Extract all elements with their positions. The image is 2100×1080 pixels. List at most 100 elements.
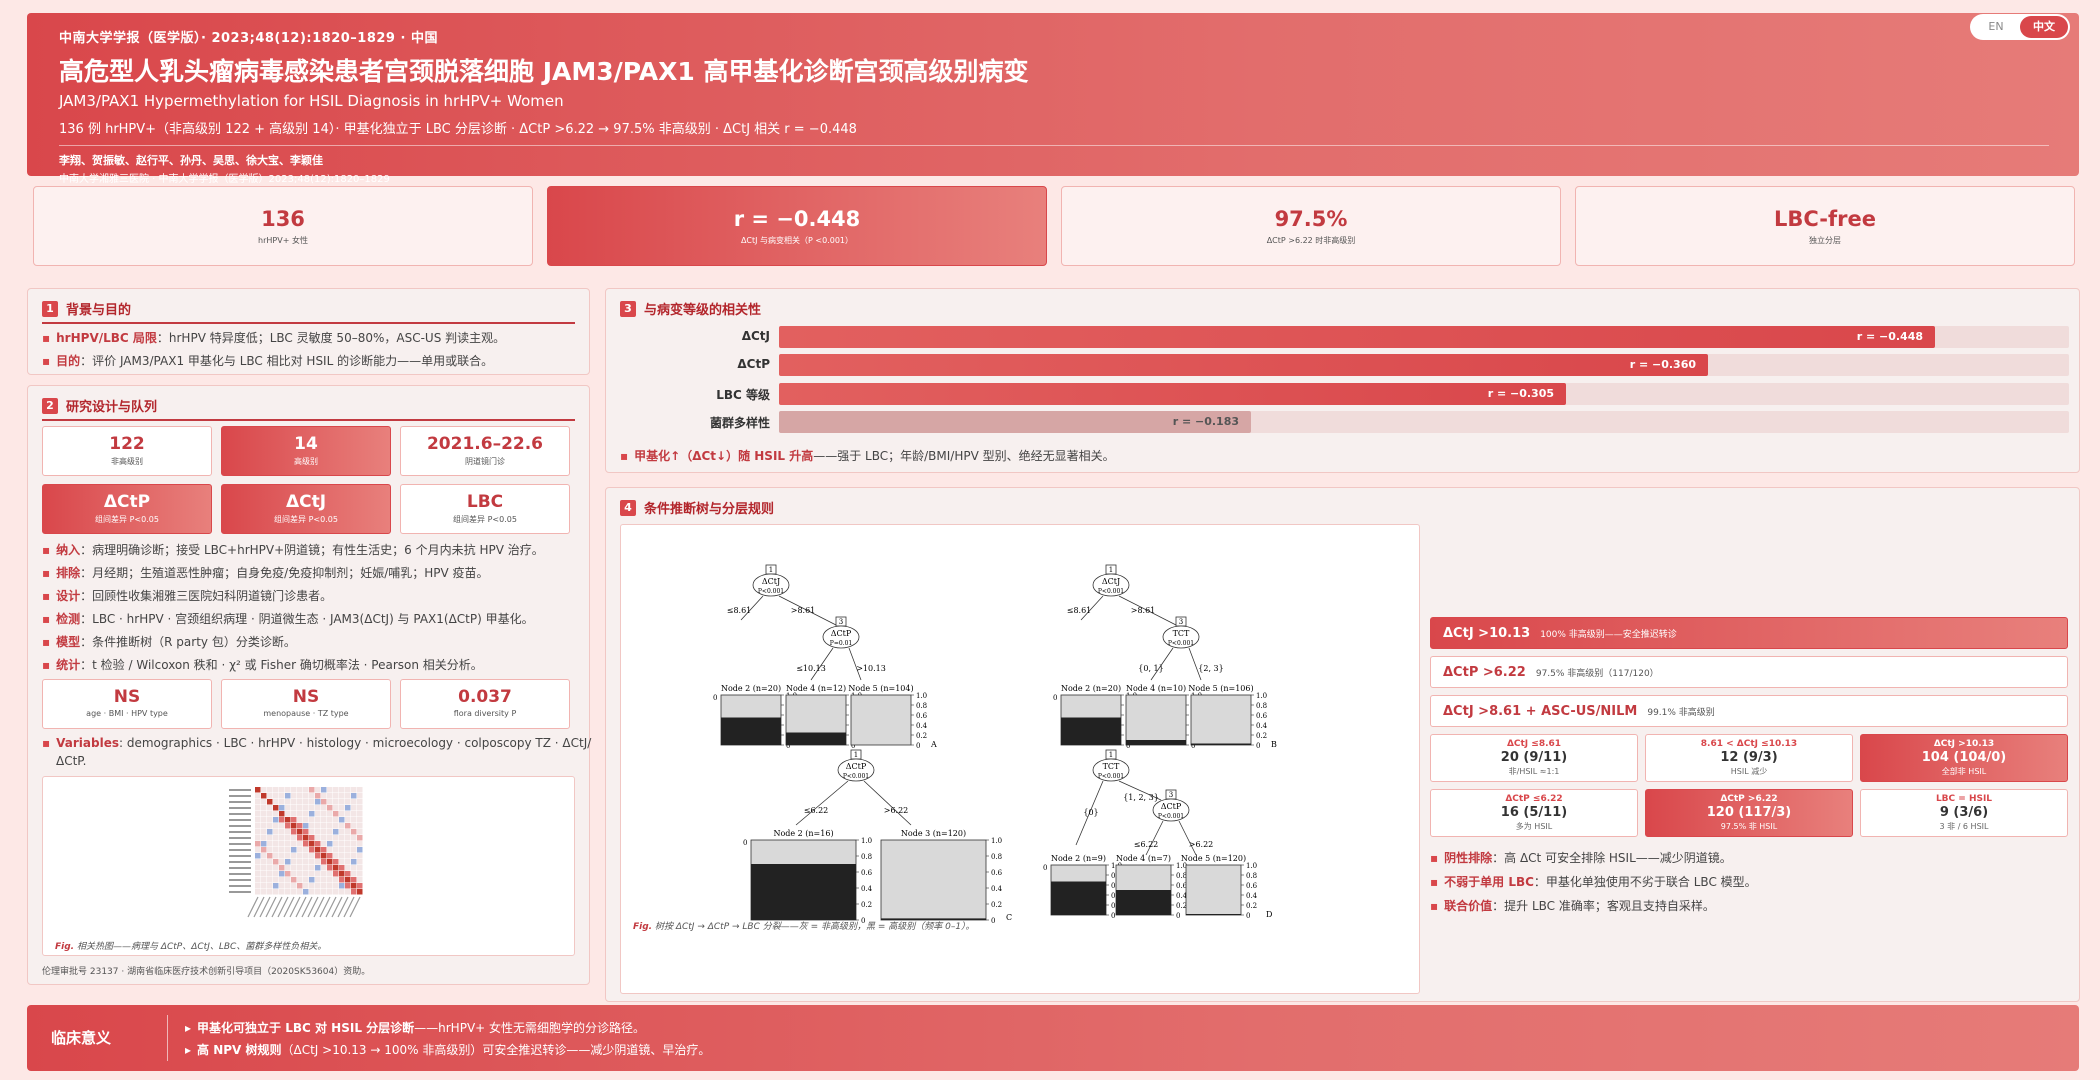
funding-note: 伦理审批号 23137 · 湖南省临床医疗技术创新引导项目（2020SK5360…: [42, 967, 371, 977]
header-banner: 中南大学学报（医学版）· 2023;48(12):1820–1829 · 中国 …: [27, 13, 2079, 185]
heatmap-cell: [321, 847, 327, 853]
heatmap-cell: [267, 871, 273, 877]
heatmap-cell: [339, 793, 345, 799]
tree-axis-label: 0: [1246, 912, 1250, 920]
heatmap-cell: [267, 829, 273, 835]
tree-leaf-title: Node 2 (n=20): [721, 684, 781, 693]
tree-axis-label: 1.0: [991, 837, 1002, 845]
heatmap-cell: [339, 829, 345, 835]
heatmap-cell: [297, 799, 303, 805]
tree-node-id: 1: [1109, 566, 1113, 574]
heatmap-cell: [309, 847, 315, 853]
bar-value-label: r = −0.360: [1629, 358, 1696, 371]
heatmap-cell: [321, 829, 327, 835]
split-cell: LBC = HSIL 9 (3/6) 3 非 / 6 HSIL: [1860, 789, 2068, 837]
tree-axis-label: 0.2: [916, 732, 927, 740]
kpi-card-correlation: r = −0.448 ΔCtJ 与病变相关（P <0.001）: [547, 186, 1047, 266]
heatmap-cell: [351, 877, 357, 883]
heatmap-cell: [285, 793, 291, 799]
heatmap-cell: [309, 865, 315, 871]
heatmap-cell: [327, 799, 333, 805]
heatmap-cell: [255, 835, 261, 841]
heatmap-cell: [345, 859, 351, 865]
heatmap-cell: [339, 883, 345, 889]
tree-split-label: ≤6.22: [804, 806, 829, 815]
heatmap-cell: [267, 793, 273, 799]
heatmap-cell: [327, 853, 333, 859]
tree-leaf-high-grade: [1061, 717, 1121, 745]
tree-panel-label: D: [1266, 910, 1272, 919]
heatmap-cell: [279, 835, 285, 841]
heatmap-cell: [357, 847, 363, 853]
heatmap-cell: [255, 787, 261, 793]
tree-axis-label: 0.4: [861, 885, 873, 893]
heatmap-cell: [309, 811, 315, 817]
heatmap-col-label: [325, 896, 337, 918]
heatmap-cell: [309, 793, 315, 799]
heatmap-cell: [291, 793, 297, 799]
heatmap-cell: [339, 799, 345, 805]
heatmap-cell: [255, 871, 261, 877]
lang-en-button[interactable]: EN: [1972, 16, 2020, 38]
heatmap-cell: [261, 859, 267, 865]
heatmap-cell: [285, 787, 291, 793]
heatmap-cell: [357, 811, 363, 817]
heatmap-cell: [351, 799, 357, 805]
tree-axis-label: 0.6: [991, 869, 1003, 877]
tree-split-label: >8.61: [1131, 606, 1156, 615]
heatmap-cell: [345, 805, 351, 811]
bar-value-label: r = −0.305: [1487, 387, 1554, 400]
tree-leaf-box: [880, 839, 987, 921]
bar-fill: r = −0.360: [779, 354, 1708, 376]
tree-axis-label: 0.8: [1176, 872, 1187, 880]
tree-split-label: >6.22: [1189, 840, 1214, 849]
tree-leaf-box: [1190, 694, 1252, 746]
heatmap-cell: [291, 829, 297, 835]
tree-node-label: TCT: [1103, 762, 1120, 771]
heatmap-row-label: [229, 801, 251, 803]
language-toggle[interactable]: EN 中文: [1970, 14, 2070, 40]
heatmap-cell: [255, 817, 261, 823]
tree-node-p: P<0.001: [1158, 813, 1184, 820]
tree-edge: [863, 780, 912, 826]
heatmap-cell: [267, 847, 273, 853]
heatmap-cell: [321, 853, 327, 859]
authors: 李翔、贺振敏、赵行平、孙丹、吴思、徐大宝、李颖佳: [59, 154, 323, 167]
bar-fill: r = −0.448: [779, 326, 1935, 348]
heatmap-cell: [297, 829, 303, 835]
list-item: ▪ 排除：月经期；生殖道恶性肿瘤；自身免疫/免疫抑制剂；妊娠/哺乳；HPV 疫苗。: [42, 566, 489, 580]
heatmap-cell: [279, 889, 285, 895]
heatmap-cell: [267, 805, 273, 811]
section-design-cohort: 2 研究设计与队列 122 非高级别 14 高级别 2021.6–22.6 阴道镜门诊…: [27, 385, 591, 985]
split-cell: ΔCtP >6.22 120 (117/3) 97.5% 非 HSIL: [1645, 789, 1853, 837]
heatmap-cell: [291, 865, 297, 871]
heatmap-cell: [273, 865, 279, 871]
heatmap-cell: [255, 841, 261, 847]
heatmap-cell: [279, 787, 285, 793]
page-title: 高危型人乳头瘤病毒感染患者宫颈脱落细胞 JAM3/PAX1 高甲基化诊断宫颈高级…: [59, 57, 1029, 86]
heatmap-cell: [357, 793, 363, 799]
heatmap-cell: [303, 835, 309, 841]
heatmap-cell: [255, 853, 261, 859]
section-number: 4: [620, 499, 636, 516]
tree-node-label: ΔCtP: [846, 762, 867, 771]
heatmap-cell: [327, 889, 333, 895]
tree-split-label: {0, 1}: [1138, 664, 1163, 673]
heatmap-row-label: [229, 819, 251, 821]
tree-edge: [1178, 820, 1197, 856]
tree-axis-label: 0: [1256, 742, 1260, 750]
tree-node-id: 1: [854, 751, 858, 759]
lang-zh-button[interactable]: 中文: [2020, 16, 2068, 38]
heatmap-cell: [327, 841, 333, 847]
heatmap-cell: [285, 811, 291, 817]
heatmap-cell: [261, 877, 267, 883]
bar-label: ΔCtP: [737, 357, 770, 371]
tree-axis-label: 1.0: [1256, 692, 1267, 700]
heatmap-cell: [321, 811, 327, 817]
heatmap-cell: [309, 799, 315, 805]
heatmap-row-label: [229, 891, 251, 893]
heatmap-cell: [333, 883, 339, 889]
affiliation: 中南大学湘雅三医院 · 中南大学学报（医学版）2023;48(12):1820–…: [59, 174, 390, 185]
heatmap-cell: [321, 823, 327, 829]
tree-axis-label: 0.4: [991, 885, 1003, 893]
